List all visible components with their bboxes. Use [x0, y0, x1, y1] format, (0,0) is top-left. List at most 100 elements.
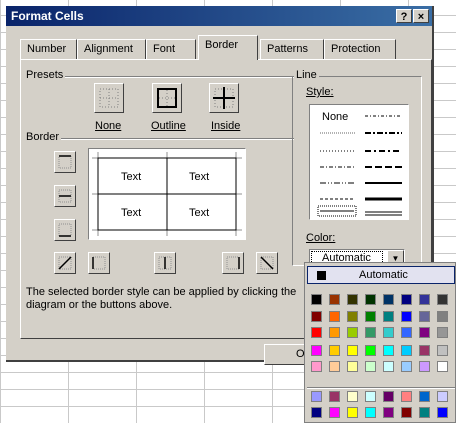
color-swatch[interactable]	[401, 407, 412, 418]
color-swatch[interactable]	[365, 391, 376, 402]
color-swatch[interactable]	[419, 311, 430, 322]
preset-inside-label: Inside	[211, 120, 241, 132]
color-swatch[interactable]	[401, 327, 412, 338]
border-right-icon	[226, 256, 240, 270]
color-swatch[interactable]	[401, 361, 412, 372]
color-swatch[interactable]	[437, 345, 448, 356]
border-top-icon	[58, 155, 72, 169]
color-swatch[interactable]	[437, 361, 448, 372]
color-swatch[interactable]	[383, 311, 394, 322]
color-swatch[interactable]	[365, 327, 376, 338]
color-swatch[interactable]	[311, 361, 322, 372]
color-swatch[interactable]	[383, 345, 394, 356]
color-swatch[interactable]	[347, 294, 358, 305]
border-label: Border	[24, 131, 62, 143]
border-diagonal-down-button[interactable]	[256, 252, 278, 274]
color-swatch[interactable]	[311, 327, 322, 338]
border-top-button[interactable]	[54, 151, 76, 173]
color-swatch[interactable]	[311, 294, 322, 305]
color-swatch[interactable]	[311, 407, 322, 418]
color-swatch[interactable]	[419, 327, 430, 338]
border-bottom-icon	[58, 223, 72, 237]
color-swatch[interactable]	[401, 345, 412, 356]
border-inside-vertical-button[interactable]	[154, 252, 176, 274]
color-swatch[interactable]	[329, 391, 340, 402]
title-bar: Format Cells ? ×	[6, 6, 432, 26]
color-swatch[interactable]	[437, 311, 448, 322]
border-left-button[interactable]	[88, 252, 110, 274]
preview-cell-text: Text	[121, 207, 142, 219]
close-button[interactable]: ×	[413, 9, 429, 23]
color-swatch[interactable]	[347, 407, 358, 418]
border-bottom-button[interactable]	[54, 219, 76, 241]
preset-none-icon	[99, 88, 119, 108]
preset-outline-button[interactable]	[152, 83, 182, 113]
color-swatch[interactable]	[437, 327, 448, 338]
color-swatch[interactable]	[329, 311, 340, 322]
color-swatch[interactable]	[365, 345, 376, 356]
color-swatch[interactable]	[419, 294, 430, 305]
color-swatch[interactable]	[365, 407, 376, 418]
color-swatch[interactable]	[419, 391, 430, 402]
color-swatch[interactable]	[383, 327, 394, 338]
border-right-button[interactable]	[222, 252, 244, 274]
preview-cell-text: Text	[189, 207, 210, 219]
color-swatch[interactable]	[347, 391, 358, 402]
color-swatch[interactable]	[347, 361, 358, 372]
color-swatch[interactable]	[347, 311, 358, 322]
preset-none-label: None	[95, 120, 122, 132]
color-swatch[interactable]	[383, 391, 394, 402]
border-diagonal-up-button[interactable]	[54, 252, 76, 274]
color-swatch[interactable]	[329, 294, 340, 305]
tab-protection[interactable]: Protection	[324, 39, 396, 59]
color-swatch[interactable]	[329, 407, 340, 418]
border-divider	[26, 138, 294, 140]
color-swatch[interactable]	[347, 327, 358, 338]
color-swatch[interactable]	[419, 361, 430, 372]
color-swatch[interactable]	[311, 311, 322, 322]
color-swatch[interactable]	[401, 391, 412, 402]
border-inside-horizontal-button[interactable]	[54, 185, 76, 207]
color-swatch[interactable]	[365, 294, 376, 305]
tab-patterns[interactable]: Patterns	[260, 39, 324, 59]
color-swatch[interactable]	[401, 294, 412, 305]
preset-outline-icon	[157, 88, 177, 108]
border-inside-horizontal-icon	[58, 189, 72, 203]
color-swatch[interactable]	[419, 345, 430, 356]
preset-inside-icon	[213, 87, 235, 109]
line-style-list[interactable]: None	[309, 104, 409, 220]
tab-number[interactable]: Number	[20, 39, 77, 59]
color-swatch[interactable]	[401, 311, 412, 322]
color-swatch[interactable]	[437, 407, 448, 418]
tab-alignment[interactable]: Alignment	[77, 39, 146, 59]
color-swatch[interactable]	[437, 294, 448, 305]
color-swatch[interactable]	[383, 361, 394, 372]
color-swatch[interactable]	[329, 361, 340, 372]
line-label: Line	[294, 69, 319, 81]
preview-grid-lines	[92, 152, 242, 236]
color-swatch[interactable]	[311, 391, 322, 402]
color-swatch[interactable]	[329, 327, 340, 338]
presets-divider	[26, 76, 294, 78]
color-swatch[interactable]	[311, 345, 322, 356]
help-button[interactable]: ?	[396, 9, 412, 23]
color-swatch[interactable]	[365, 361, 376, 372]
color-swatch[interactable]	[383, 407, 394, 418]
border-inside-vertical-icon	[158, 256, 172, 270]
color-swatch[interactable]	[365, 311, 376, 322]
preset-outline-label: Outline	[151, 120, 186, 132]
preset-none-button[interactable]	[94, 83, 124, 113]
color-palette-popup: Automatic	[304, 262, 456, 423]
border-preview-diagram[interactable]: Text Text Text Text	[88, 148, 246, 240]
tab-font[interactable]: Font	[146, 39, 196, 59]
color-swatch[interactable]	[437, 391, 448, 402]
hint-text: The selected border style can be applied…	[26, 286, 297, 311]
preset-inside-button[interactable]	[209, 83, 239, 113]
color-swatch[interactable]	[383, 294, 394, 305]
color-swatch[interactable]	[419, 407, 430, 418]
tab-border[interactable]: Border	[198, 35, 258, 60]
preview-cell-text: Text	[121, 171, 142, 183]
color-swatch[interactable]	[329, 345, 340, 356]
color-swatch[interactable]	[347, 345, 358, 356]
border-diagonal-up-icon	[58, 256, 72, 270]
